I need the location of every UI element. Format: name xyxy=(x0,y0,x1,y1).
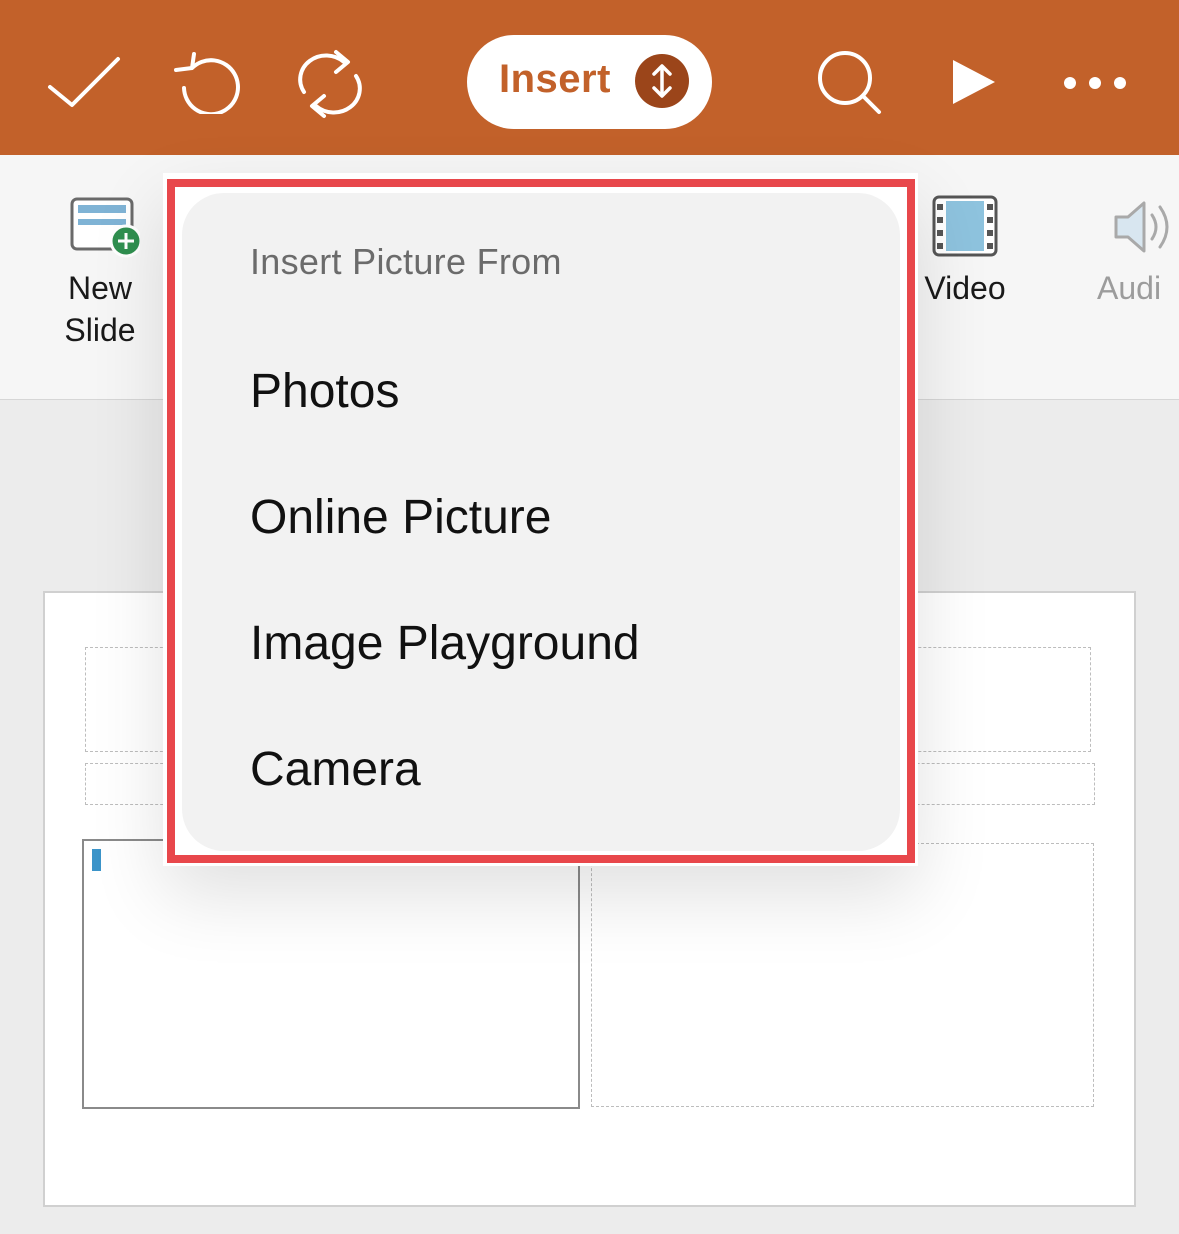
top-toolbar: Insert xyxy=(0,0,1179,155)
text-cursor xyxy=(92,849,101,871)
checkmark-icon[interactable] xyxy=(46,55,122,109)
audio-button: Audi xyxy=(1090,195,1179,309)
insert-tab-selector[interactable]: Insert xyxy=(467,35,712,129)
search-icon[interactable] xyxy=(815,48,885,118)
left-content-placeholder[interactable] xyxy=(82,839,580,1109)
menu-item-photos[interactable]: Photos xyxy=(250,352,870,432)
insert-tab-label: Insert xyxy=(499,57,611,101)
audio-icon xyxy=(1110,195,1179,259)
new-slide-label-line1: New xyxy=(67,270,132,306)
video-label: Video xyxy=(924,270,1006,306)
menu-item-online-picture[interactable]: Online Picture xyxy=(250,478,870,558)
right-content-placeholder[interactable] xyxy=(591,843,1094,1107)
sync-icon[interactable] xyxy=(290,48,370,120)
menu-header: Insert Picture From xyxy=(250,241,562,282)
insert-picture-menu: Insert Picture From Photos Online Pictur… xyxy=(182,193,900,851)
up-down-arrows-icon xyxy=(635,54,689,108)
audio-label: Audi xyxy=(1097,270,1162,306)
new-slide-label-line2: Slide xyxy=(64,312,136,348)
video-icon xyxy=(932,195,998,259)
video-button[interactable]: Video xyxy=(905,195,1025,309)
play-icon[interactable] xyxy=(951,58,997,106)
menu-item-image-playground[interactable]: Image Playground xyxy=(250,604,870,684)
undo-icon[interactable] xyxy=(170,50,246,114)
ellipsis-icon[interactable] xyxy=(1062,74,1128,92)
menu-item-camera[interactable]: Camera xyxy=(250,730,870,810)
new-slide-icon xyxy=(60,195,143,259)
new-slide-button[interactable]: New Slide xyxy=(40,195,160,351)
